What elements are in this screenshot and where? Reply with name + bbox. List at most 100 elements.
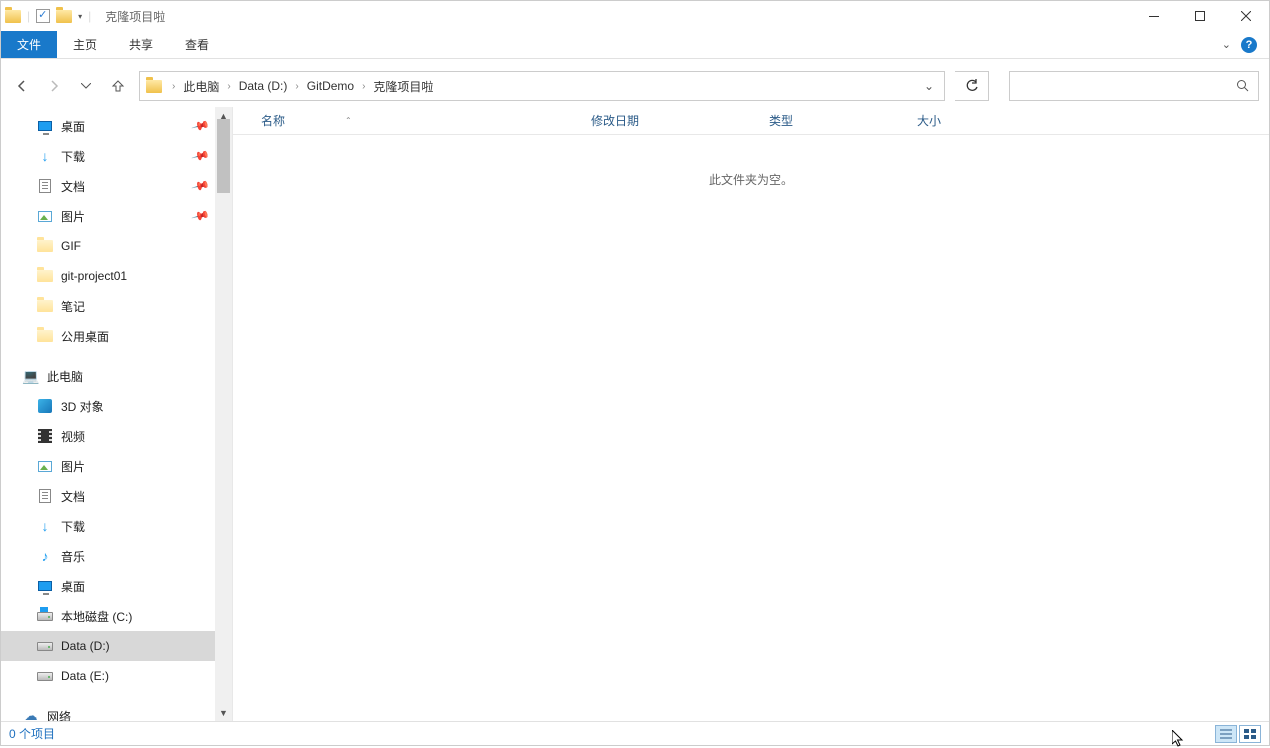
pc-icon: 💻	[23, 368, 39, 384]
sidebar-item[interactable]: 桌面📌	[1, 111, 216, 141]
back-button[interactable]	[11, 75, 33, 97]
sidebar-item-label: 音乐	[61, 548, 85, 565]
sidebar-item-label: 下载	[61, 518, 85, 535]
qat-newfolder-icon[interactable]	[56, 10, 72, 23]
nav-row: › 此电脑 › Data (D:) › GitDemo › 克隆项目啦 ⌄	[1, 65, 1269, 107]
sidebar-item[interactable]: 本地磁盘 (C:)	[1, 601, 216, 631]
sidebar-item[interactable]: 图片 📌	[1, 201, 216, 231]
pic-icon	[37, 208, 53, 224]
down-arrow-icon: ↓	[37, 148, 53, 164]
search-icon	[1236, 79, 1250, 93]
drive-icon	[37, 638, 53, 654]
ribbon-expand-icon[interactable]: ⌄	[1222, 38, 1231, 51]
col-name[interactable]: 名称 ⌃	[251, 112, 581, 129]
sort-indicator-icon: ⌃	[345, 116, 352, 125]
doc-icon	[37, 488, 53, 504]
sidebar-item[interactable]: ♪音乐	[1, 541, 216, 571]
col-type[interactable]: 类型	[759, 112, 907, 129]
sidebar-item-label: 视频	[61, 428, 85, 445]
sidebar-item[interactable]: 文档	[1, 481, 216, 511]
3d-icon	[37, 398, 53, 414]
sidebar-item[interactable]: GIF	[1, 231, 216, 261]
crumb-current[interactable]: 克隆项目啦	[369, 76, 437, 97]
sidebar-item-label: 文档	[61, 488, 85, 505]
chevron-right-icon[interactable]: ›	[170, 81, 177, 92]
folder-icon	[37, 268, 53, 284]
sidebar-item-label: 公用桌面	[61, 328, 109, 345]
folder-icon	[146, 80, 162, 93]
sidebar-item-label: git-project01	[61, 269, 127, 283]
chevron-right-icon[interactable]: ›	[225, 81, 232, 92]
status-bar: 0 个项目	[1, 721, 1269, 745]
minimize-button[interactable]	[1131, 1, 1177, 31]
tab-home[interactable]: 主页	[57, 31, 113, 58]
sidebar-item[interactable]: 3D 对象	[1, 391, 216, 421]
pin-icon: 📌	[191, 176, 211, 196]
chevron-right-icon[interactable]: ›	[360, 81, 367, 92]
col-date[interactable]: 修改日期	[581, 112, 759, 129]
details-view-button[interactable]	[1215, 725, 1237, 743]
sidebar-item[interactable]: 视频	[1, 421, 216, 451]
chevron-right-icon[interactable]: ›	[293, 81, 300, 92]
sidebar-item[interactable]: ↓ 下载	[1, 511, 216, 541]
sidebar-item[interactable]: ↓下载📌	[1, 141, 216, 171]
address-bar[interactable]: › 此电脑 › Data (D:) › GitDemo › 克隆项目啦 ⌄	[139, 71, 945, 101]
folder-icon	[37, 298, 53, 314]
sidebar-item-label: 3D 对象	[61, 398, 104, 415]
refresh-button[interactable]	[955, 71, 989, 101]
pin-icon: 📌	[191, 206, 211, 226]
col-name-label: 名称	[261, 112, 285, 129]
sidebar-item-label: 本地磁盘 (C:)	[61, 608, 132, 625]
sidebar-item-label: 网络	[47, 708, 71, 722]
up-button[interactable]	[107, 75, 129, 97]
sidebar-item[interactable]: 💻 此电脑	[1, 361, 216, 391]
help-icon[interactable]: ?	[1241, 37, 1257, 53]
sidebar-item-label: 桌面	[61, 118, 85, 135]
view-toggles	[1215, 725, 1261, 743]
search-input[interactable]	[1009, 71, 1259, 101]
down-arrow-icon: ↓	[37, 518, 53, 534]
recent-locations-button[interactable]	[75, 75, 97, 97]
address-history-icon[interactable]: ⌄	[918, 79, 940, 93]
maximize-button[interactable]	[1177, 1, 1223, 31]
col-size[interactable]: 大小	[907, 112, 1007, 129]
thumbnails-view-button[interactable]	[1239, 725, 1261, 743]
video-icon	[37, 428, 53, 444]
sidebar-item[interactable]: 图片	[1, 451, 216, 481]
monitor-icon	[37, 578, 53, 594]
titlebar-left: | ▾ | 克隆项目啦	[1, 8, 165, 25]
column-headers: 名称 ⌃ 修改日期 类型 大小	[233, 107, 1269, 135]
sidebar-scrollbar[interactable]: ▲ ▼	[215, 107, 232, 721]
tab-view[interactable]: 查看	[169, 31, 225, 58]
qat-properties-icon[interactable]	[36, 9, 50, 23]
sidebar-item[interactable]: git-project01	[1, 261, 216, 291]
close-button[interactable]	[1223, 1, 1269, 31]
qat-customize-icon[interactable]: ▾	[78, 12, 82, 21]
tab-share[interactable]: 共享	[113, 31, 169, 58]
forward-button[interactable]	[43, 75, 65, 97]
sidebar-item-label: 图片	[61, 208, 85, 225]
scroll-thumb[interactable]	[217, 119, 230, 193]
scroll-down-icon[interactable]: ▼	[215, 704, 232, 721]
crumb-thispc[interactable]: 此电脑	[179, 76, 223, 97]
sidebar-item[interactable]: ☁ 网络	[1, 701, 216, 721]
sidebar-item[interactable]: 桌面	[1, 571, 216, 601]
crumb-drive[interactable]: Data (D:)	[235, 77, 292, 95]
pic-icon	[37, 458, 53, 474]
drive-icon	[37, 608, 53, 624]
folder-icon	[37, 328, 53, 344]
sidebar-item[interactable]: Data (D:)	[1, 631, 216, 661]
sidebar-item[interactable]: 公用桌面	[1, 321, 216, 351]
crumb-gitdemo[interactable]: GitDemo	[303, 77, 358, 95]
sidebar-item[interactable]: 文档 📌	[1, 171, 216, 201]
sidebar-item[interactable]: Data (E:)	[1, 661, 216, 691]
tab-file[interactable]: 文件	[1, 31, 57, 58]
net-icon: ☁	[23, 708, 39, 721]
pin-icon: 📌	[191, 146, 211, 166]
content-pane: 名称⌃ 修改日期 类型 大小 此文件夹为空。	[233, 107, 1269, 721]
sidebar-item-label: 文档	[61, 178, 85, 195]
sidebar-item[interactable]: 笔记	[1, 291, 216, 321]
sidebar-item-label: 此电脑	[47, 368, 83, 385]
body: 桌面📌↓下载📌文档📌图片📌GIFgit-project01笔记公用桌面💻此电脑3…	[1, 107, 1269, 721]
sidebar-item-label: GIF	[61, 239, 81, 253]
